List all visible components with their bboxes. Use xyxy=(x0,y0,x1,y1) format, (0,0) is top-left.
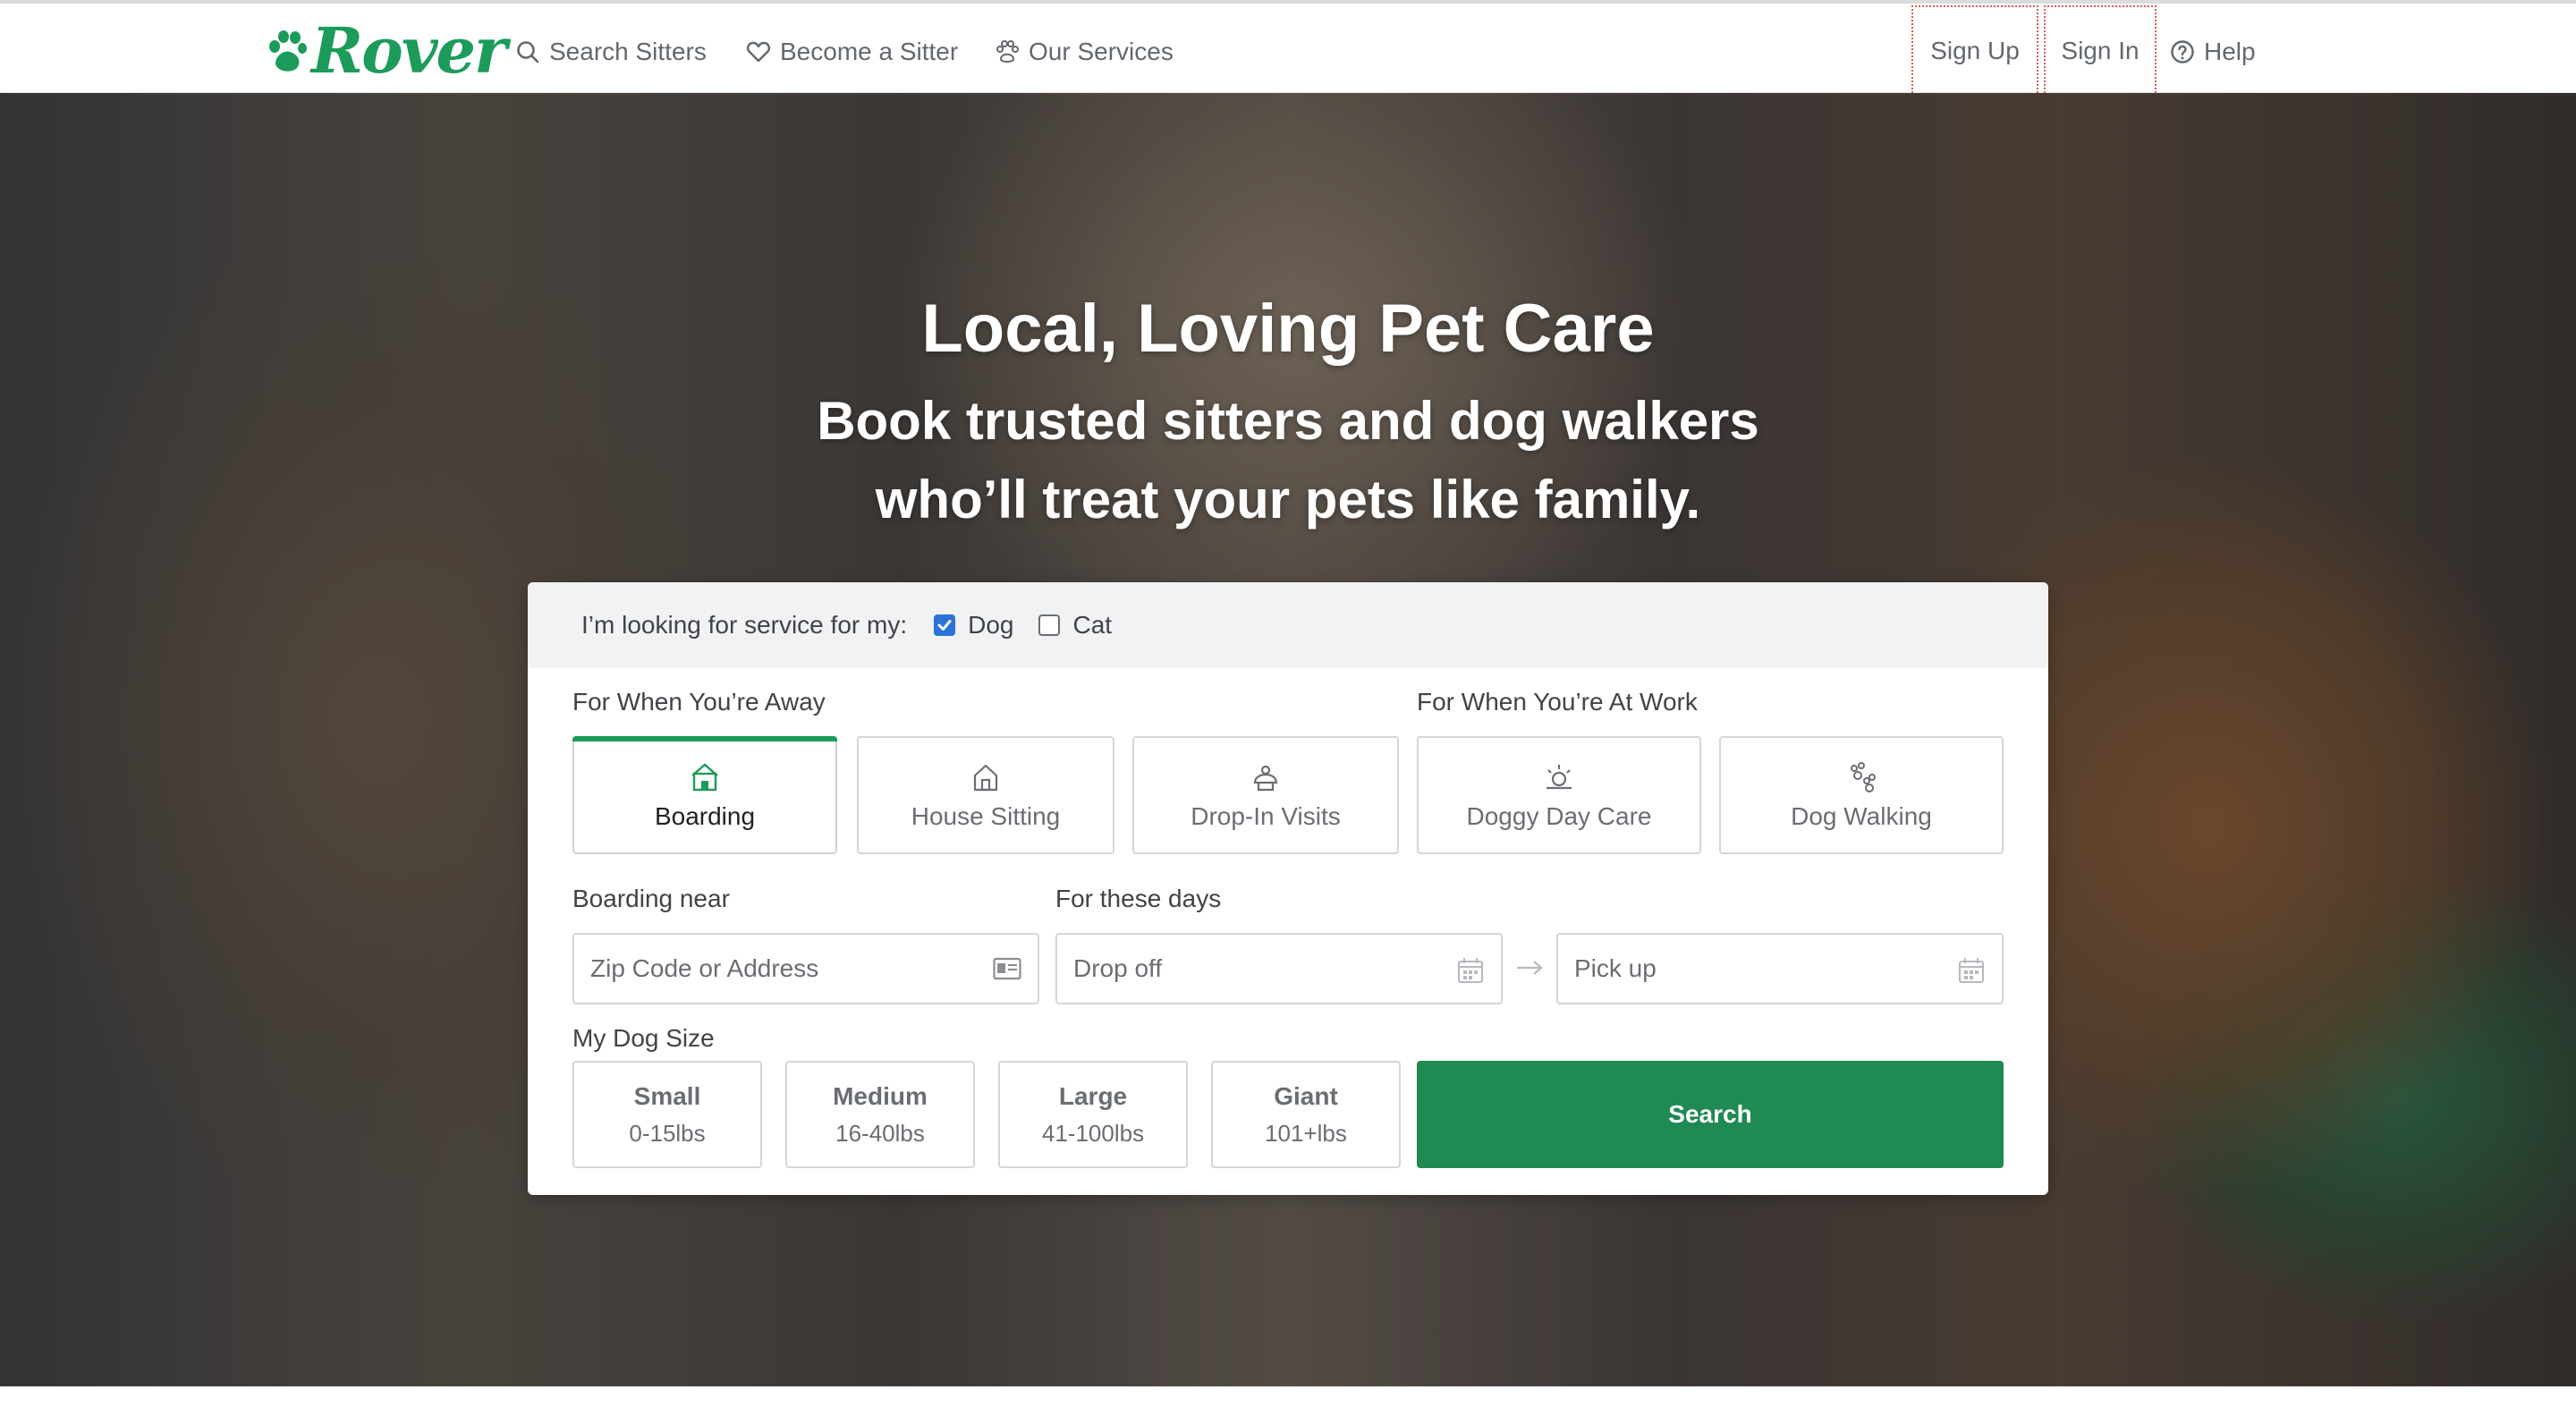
rover-logo[interactable]: Rover xyxy=(267,13,507,88)
pet-type-prompt: I’m looking for service for my: xyxy=(581,611,908,639)
zip-placeholder: Zip Code or Address xyxy=(590,954,819,982)
size-large-option[interactable]: Large 41-100lbs xyxy=(998,1061,1188,1168)
boarding-icon xyxy=(691,763,718,792)
size-name: Medium xyxy=(833,1081,928,1110)
hero-title: Local, Loving Pet Care xyxy=(921,291,1655,367)
size-range: 101+lbs xyxy=(1265,1119,1347,1147)
nav-help-label: Help xyxy=(2204,38,2256,65)
logo-wordmark: Rover xyxy=(311,13,507,88)
dog-walking-icon xyxy=(1851,762,1876,792)
dog-size-label: My Dog Size xyxy=(572,1024,715,1052)
drop-in-icon xyxy=(1253,765,1278,792)
pet-option-dog[interactable]: Dog xyxy=(934,611,1013,640)
hero-subtitle-line-1: Book trusted sitters and dog walkers xyxy=(817,391,1759,451)
dog-checkbox[interactable] xyxy=(934,614,956,636)
sign-up-link[interactable]: Sign Up xyxy=(1911,5,2038,97)
service-doggy-day-care[interactable]: Doggy Day Care xyxy=(1417,736,1701,854)
pet-option-cat[interactable]: Cat xyxy=(1038,611,1112,640)
service-drop-in-label: Drop-In Visits xyxy=(1191,802,1341,830)
help-icon xyxy=(2171,40,2194,64)
search-card: I’m looking for service for my: Dog Cat … xyxy=(528,582,2048,1195)
away-section-label: For When You’re Away xyxy=(572,688,826,716)
boarding-near-label: Boarding near xyxy=(572,885,730,912)
nav-help[interactable]: Help xyxy=(2170,30,2256,73)
service-day-care-label: Doggy Day Care xyxy=(1466,802,1652,830)
day-care-icon xyxy=(1546,765,1572,790)
service-house-label: House Sitting xyxy=(911,802,1061,830)
calendar-icon xyxy=(1458,958,1483,983)
drop-off-date-input[interactable]: Drop off xyxy=(1055,933,1503,1004)
size-range: 0-15lbs xyxy=(629,1119,706,1147)
service-drop-in[interactable]: Drop-In Visits xyxy=(1132,736,1399,854)
search-icon xyxy=(517,41,539,64)
paw-outline-icon xyxy=(996,40,1019,63)
arrow-right-icon xyxy=(1517,961,1543,975)
size-medium-option[interactable]: Medium 16-40lbs xyxy=(785,1061,975,1168)
top-nav: Rover Search Sitters Become a Sitter Our… xyxy=(0,0,2576,97)
nav-search-sitters[interactable]: Search Sitters xyxy=(515,30,707,73)
size-small-option[interactable]: Small 0-15lbs xyxy=(572,1061,762,1168)
page-bottom-edge xyxy=(0,1386,2576,1415)
nav-become-label: Become a Sitter xyxy=(780,38,959,65)
heart-icon xyxy=(746,41,771,63)
paw-icon xyxy=(269,30,307,72)
search-button[interactable]: Search xyxy=(1417,1061,2004,1168)
nav-search-label: Search Sitters xyxy=(549,38,707,65)
nav-become-sitter[interactable]: Become a Sitter xyxy=(746,30,958,73)
pick-up-date-input[interactable]: Pick up xyxy=(1556,933,2004,1004)
pet-type-bar: I’m looking for service for my: Dog Cat xyxy=(528,582,2048,668)
size-name: Large xyxy=(1058,1081,1128,1110)
drop-off-placeholder: Drop off xyxy=(1073,954,1163,982)
service-walking-label: Dog Walking xyxy=(1791,802,1932,830)
pick-up-placeholder: Pick up xyxy=(1574,954,1657,982)
size-name: Small xyxy=(633,1081,701,1110)
cat-checkbox[interactable] xyxy=(1038,614,1061,636)
calendar-icon xyxy=(1959,958,1984,983)
service-dog-walking[interactable]: Dog Walking xyxy=(1719,736,2004,854)
service-boarding[interactable]: Boarding xyxy=(572,736,837,854)
zip-code-input[interactable]: Zip Code or Address xyxy=(572,933,1039,1004)
nav-services-label: Our Services xyxy=(1029,38,1174,65)
size-range: 41-100lbs xyxy=(1041,1119,1145,1147)
service-house-sitting[interactable]: House Sitting xyxy=(857,736,1114,854)
cat-label: Cat xyxy=(1072,611,1113,639)
size-name: Giant xyxy=(1274,1081,1338,1110)
work-section-label: For When You’re At Work xyxy=(1417,688,1698,716)
for-these-days-label: For these days xyxy=(1055,885,1222,912)
nav-our-services[interactable]: Our Services xyxy=(995,30,1174,73)
address-card-icon xyxy=(993,957,1021,980)
size-giant-option[interactable]: Giant 101+lbs xyxy=(1211,1061,1401,1168)
house-sitting-icon xyxy=(973,764,998,792)
sign-in-link[interactable]: Sign In xyxy=(2044,5,2157,97)
check-icon xyxy=(937,620,952,631)
size-range: 16-40lbs xyxy=(835,1119,925,1147)
hero-subtitle-line-2: who’ll treat your pets like family. xyxy=(875,470,1701,530)
service-boarding-label: Boarding xyxy=(654,802,756,830)
dog-label: Dog xyxy=(968,611,1014,639)
